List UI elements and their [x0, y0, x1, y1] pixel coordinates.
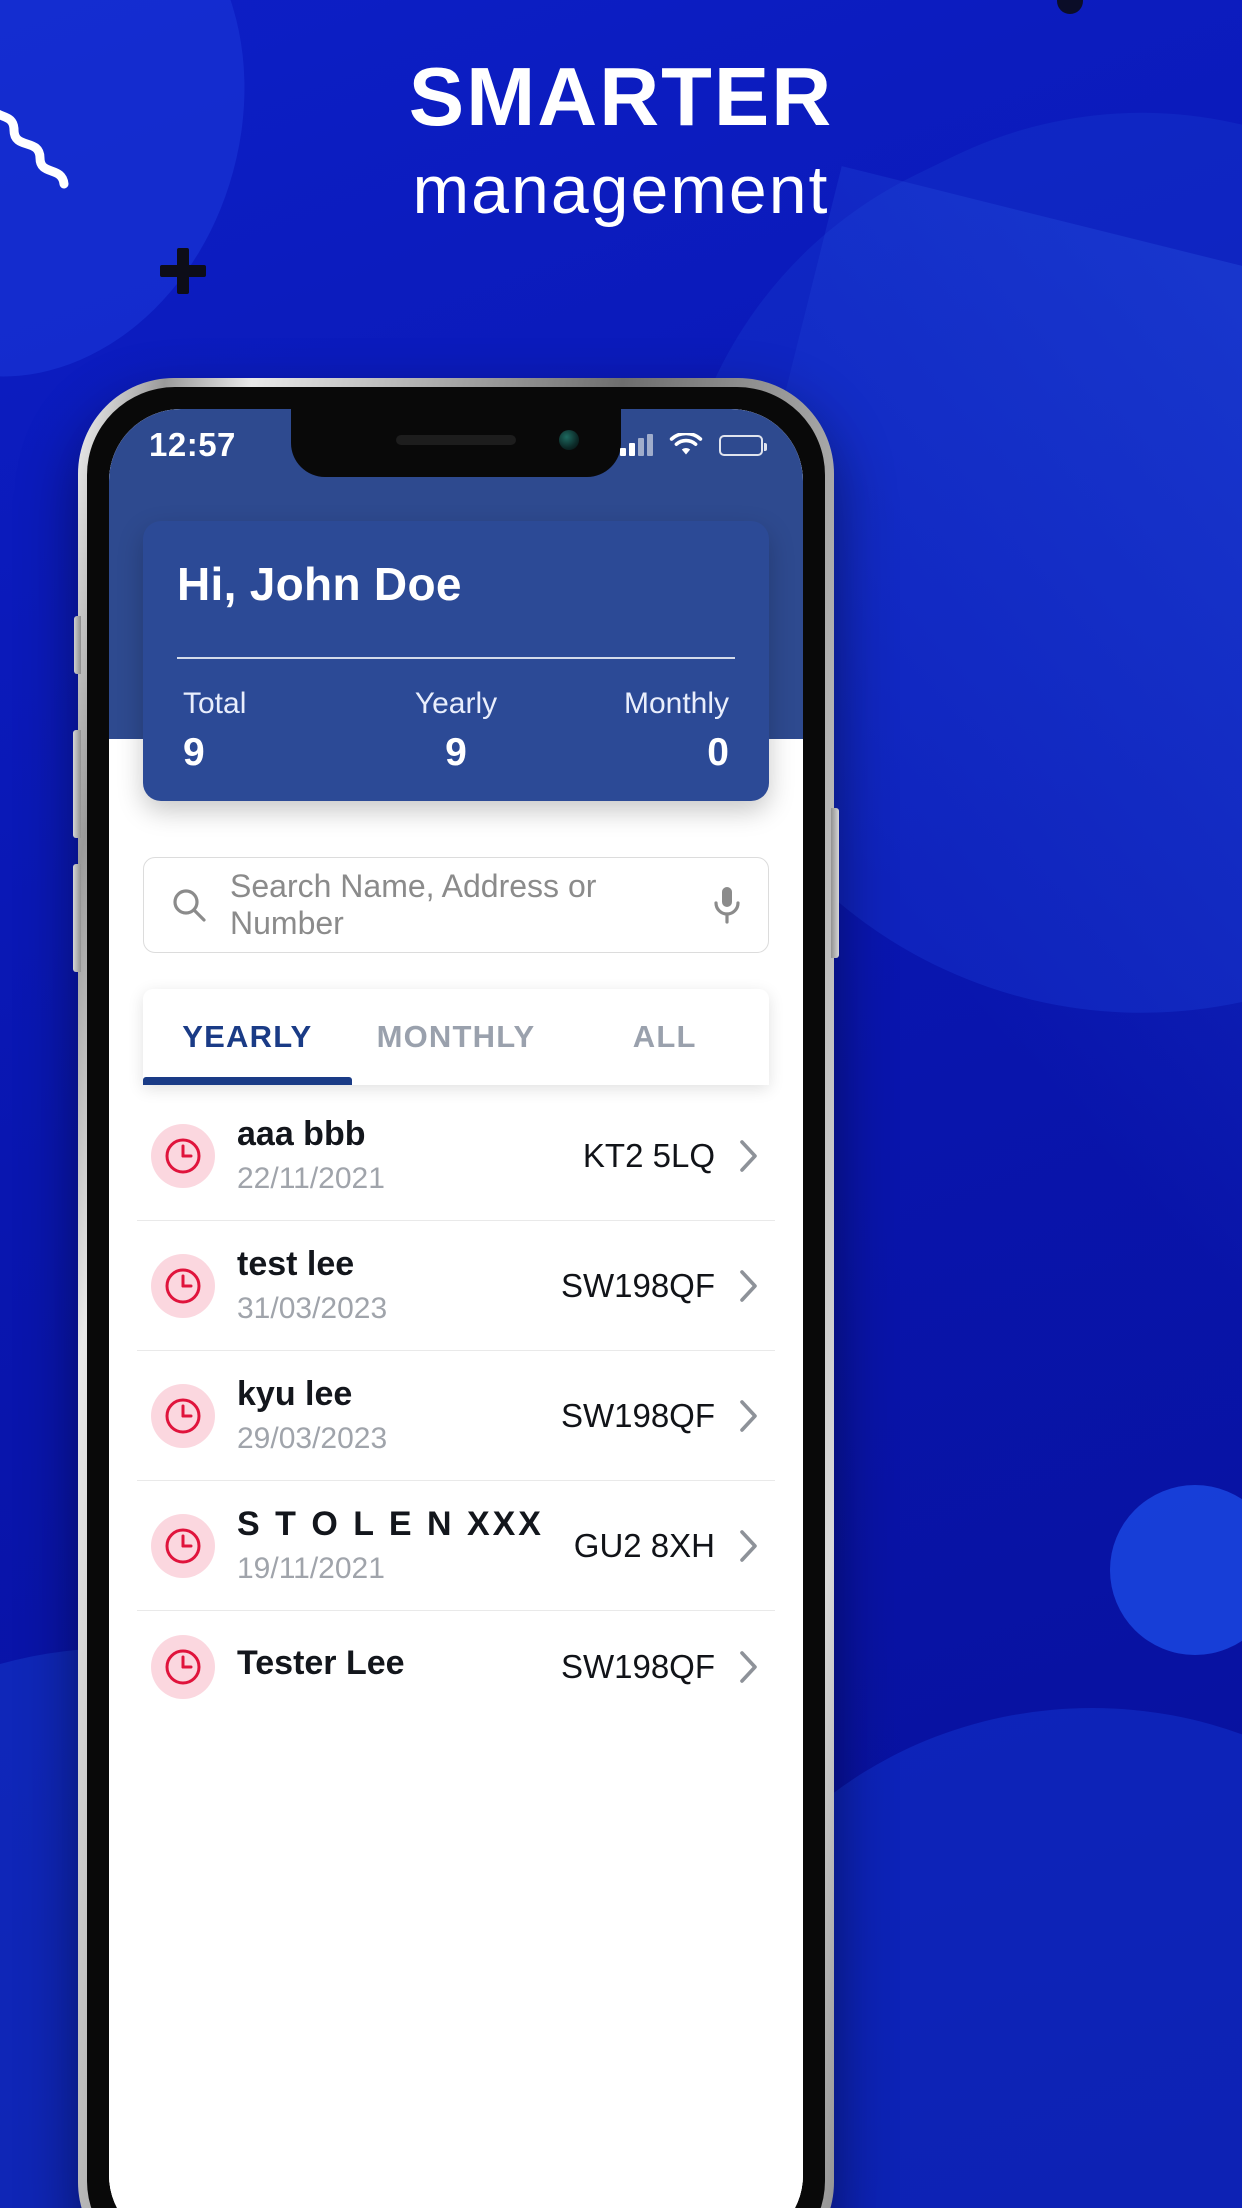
row-main: test lee 31/03/2023 — [237, 1245, 539, 1326]
row-main: kyu lee 29/03/2023 — [237, 1375, 539, 1456]
tab-yearly[interactable]: YEARLY — [143, 989, 352, 1085]
phone-power-button[interactable] — [831, 808, 839, 958]
row-main: aaa bbb 22/11/2021 — [237, 1115, 561, 1196]
table-row[interactable]: kyu lee 29/03/2023 SW198QF — [137, 1351, 775, 1482]
clock-icon — [151, 1253, 215, 1318]
search-input[interactable]: Search Name, Address or Number — [230, 868, 690, 942]
stat-yearly-value: 9 — [445, 731, 467, 774]
filter-tabs: YEARLY MONTHLY ALL — [143, 989, 769, 1085]
chevron-right-icon[interactable] — [737, 1396, 761, 1436]
phone-screen: 12:57 Hi, John Doe Total 9 Yearly 9 Mont… — [109, 409, 803, 2208]
stats-row: Total 9 Yearly 9 Monthly 0 — [177, 687, 735, 775]
table-row[interactable]: test lee 31/03/2023 SW198QF — [137, 1221, 775, 1352]
status-bar-icons — [620, 432, 767, 458]
search-icon — [173, 889, 206, 922]
row-code: KT2 5LQ — [582, 1136, 715, 1174]
search-bar[interactable]: Search Name, Address or Number — [143, 857, 769, 953]
row-code: SW198QF — [560, 1396, 715, 1434]
chevron-right-icon[interactable] — [737, 1266, 761, 1306]
stat-monthly: Monthly 0 — [547, 687, 735, 775]
tab-all[interactable]: ALL — [560, 989, 769, 1085]
promo-headline: SMARTER management — [0, 52, 1242, 231]
greeting-text: Hi, John Doe — [177, 558, 462, 610]
status-bar-time: 12:57 — [149, 426, 236, 463]
headline-line-2: management — [412, 151, 830, 228]
wifi-icon — [669, 432, 703, 454]
table-row[interactable]: aaa bbb 22/11/2021 KT2 5LQ — [137, 1091, 775, 1222]
row-name: S T O L E N XXX — [237, 1505, 544, 1544]
greeting-divider — [177, 657, 735, 659]
row-date: 19/11/2021 — [237, 1552, 385, 1586]
clock-icon — [151, 1513, 215, 1578]
row-name: kyu lee — [237, 1375, 353, 1414]
clock-icon — [151, 1635, 215, 1700]
app-header-area: 12:57 Hi, John Doe Total 9 Yearly 9 Mont… — [109, 409, 803, 801]
stat-monthly-value: 0 — [707, 731, 729, 774]
phone-mockup: 12:57 Hi, John Doe Total 9 Yearly 9 Mont… — [73, 378, 839, 2208]
row-main: Tester Lee — [237, 1644, 539, 1691]
row-name: test lee — [237, 1245, 355, 1284]
row-code: SW198QF — [560, 1648, 715, 1686]
clock-icon — [151, 1123, 215, 1188]
stat-total: Total 9 — [177, 687, 365, 775]
chevron-right-icon[interactable] — [737, 1136, 761, 1176]
row-name: Tester Lee — [237, 1643, 405, 1682]
app-root: 12:57 Hi, John Doe Total 9 Yearly 9 Mont… — [109, 409, 803, 2208]
chevron-right-icon[interactable] — [737, 1647, 761, 1687]
stat-total-label: Total — [183, 687, 247, 720]
chevron-right-icon[interactable] — [737, 1526, 761, 1566]
row-date: 31/03/2023 — [237, 1292, 388, 1326]
headline-line-1: SMARTER — [408, 50, 834, 143]
row-code: SW198QF — [560, 1266, 715, 1304]
phone-volume-down-button[interactable] — [73, 864, 81, 972]
greeting-card: Hi, John Doe Total 9 Yearly 9 Monthly 0 — [143, 521, 769, 801]
stat-monthly-label: Monthly — [623, 687, 729, 720]
battery-icon — [719, 434, 767, 456]
row-date: 22/11/2021 — [237, 1162, 385, 1196]
row-code: GU2 8XH — [573, 1526, 715, 1564]
app-body: Search Name, Address or Number YEARLY MO… — [109, 739, 803, 2208]
phone-volume-up-button[interactable] — [73, 730, 81, 838]
status-bar: 12:57 — [109, 409, 803, 481]
row-date: 29/03/2023 — [237, 1422, 388, 1456]
clock-icon — [151, 1383, 215, 1448]
tab-monthly[interactable]: MONTHLY — [352, 989, 561, 1085]
cellular-signal-icon — [620, 434, 653, 456]
stat-total-value: 9 — [183, 731, 205, 774]
table-row[interactable]: S T O L E N XXX 19/11/2021 GU2 8XH — [137, 1481, 775, 1612]
phone-bezel: 12:57 Hi, John Doe Total 9 Yearly 9 Mont… — [87, 387, 825, 2208]
plus-decoration-icon — [160, 248, 206, 294]
stat-yearly-label: Yearly — [414, 687, 498, 720]
row-name: aaa bbb — [237, 1115, 366, 1153]
row-main: S T O L E N XXX 19/11/2021 — [237, 1505, 552, 1586]
dot-decoration-icon — [1057, 0, 1083, 14]
table-row[interactable]: Tester Lee SW198QF — [137, 1611, 775, 1723]
records-list: aaa bbb 22/11/2021 KT2 5LQ test lee 31/0… — [137, 1085, 775, 1723]
stat-yearly: Yearly 9 — [365, 687, 547, 775]
microphone-icon[interactable] — [712, 884, 742, 926]
phone-silent-switch[interactable] — [74, 616, 81, 674]
